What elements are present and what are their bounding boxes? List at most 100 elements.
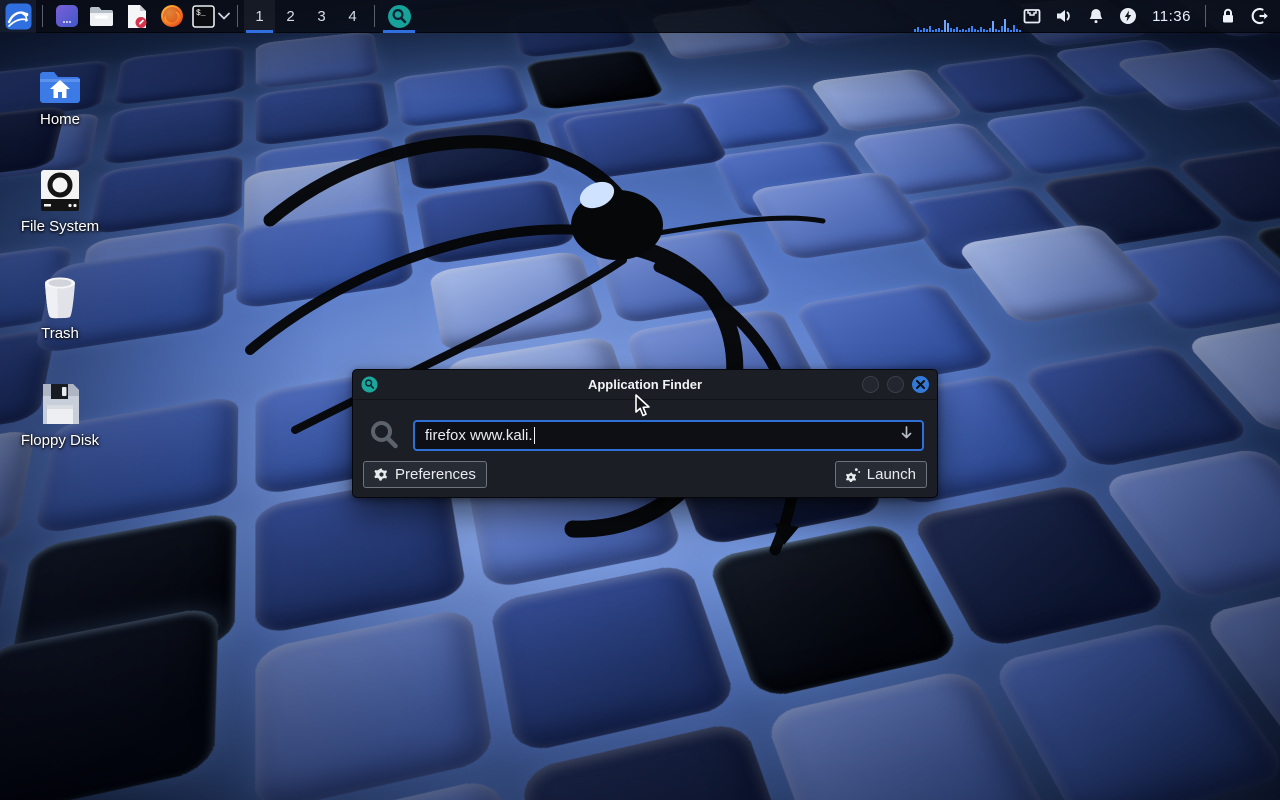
desktop-icon-trash[interactable]: Trash xyxy=(14,272,106,342)
search-icon xyxy=(367,418,401,452)
purple-terminal-icon xyxy=(55,4,79,28)
arrow-down-icon[interactable] xyxy=(899,425,914,445)
window-title: Application Finder xyxy=(353,377,937,392)
volume-tray-icon[interactable] xyxy=(1048,0,1080,33)
desktop-icon-label: Trash xyxy=(14,325,106,342)
workspace-label: 1 xyxy=(255,8,263,25)
desktop-icon-file-system[interactable]: File System xyxy=(14,165,106,235)
monitor-bar xyxy=(950,28,952,32)
close-button[interactable] xyxy=(912,376,929,393)
monitor-bar xyxy=(923,28,925,32)
monitor-bar xyxy=(1007,28,1009,32)
taskbar-app-finder-button[interactable] xyxy=(381,0,417,33)
document-edit-icon xyxy=(126,4,148,29)
monitor-bar xyxy=(944,20,946,32)
gear-icon xyxy=(374,467,389,482)
workspace-label: 2 xyxy=(286,8,294,25)
monitor-bar xyxy=(926,29,928,32)
application-finder-window: Application Finder firefox www.kali. xyxy=(352,369,938,498)
launcher-dropdown-chevron-icon[interactable] xyxy=(217,0,231,33)
monitor-bar xyxy=(974,29,976,32)
floppy-disk-icon xyxy=(14,379,106,427)
monitor-bar xyxy=(980,27,982,32)
desktop-icon-home[interactable]: Home xyxy=(14,58,106,128)
launch-icon xyxy=(846,467,861,482)
panel-separator xyxy=(42,5,43,27)
monitor-bar xyxy=(929,26,931,32)
network-tray-icon[interactable] xyxy=(1016,0,1048,33)
desktop-icon-label: Floppy Disk xyxy=(14,432,106,449)
monitor-bar xyxy=(965,30,967,32)
svg-text:$_: $_ xyxy=(196,9,206,18)
text-caret xyxy=(534,427,535,444)
search-input[interactable]: firefox www.kali. xyxy=(413,420,924,451)
panel-separator xyxy=(237,5,238,27)
harddisk-icon xyxy=(14,165,106,213)
monitor-bar xyxy=(947,23,949,32)
mouse-cursor xyxy=(634,394,652,418)
monitor-bar xyxy=(992,21,994,32)
network-monitor-graph[interactable] xyxy=(914,0,1016,33)
maximize-button[interactable] xyxy=(887,376,904,393)
desktop-icon-label: File System xyxy=(14,218,106,235)
monitor-bar xyxy=(977,30,979,32)
applications-menu-button[interactable] xyxy=(0,0,36,33)
trash-bin-icon xyxy=(14,272,106,320)
launcher-file-manager[interactable] xyxy=(84,0,119,33)
desktop-icon-floppy-disk[interactable]: Floppy Disk xyxy=(14,379,106,449)
monitor-bar xyxy=(983,29,985,32)
close-icon xyxy=(916,380,925,389)
app-finder-icon xyxy=(387,4,412,29)
home-folder-icon xyxy=(14,58,106,106)
launcher-terminal[interactable] xyxy=(49,0,84,33)
monitor-bar xyxy=(968,28,970,32)
monitor-bar xyxy=(941,30,943,32)
monitor-bar xyxy=(914,29,916,32)
search-query: firefox www.kali. xyxy=(425,427,533,444)
preferences-button[interactable]: Preferences xyxy=(363,461,487,488)
monitor-bar xyxy=(959,30,961,32)
monitor-bar xyxy=(953,29,955,32)
firefox-icon xyxy=(160,4,184,28)
search-teal-icon xyxy=(361,376,378,393)
preferences-label: Preferences xyxy=(395,466,476,483)
monitor-bar xyxy=(920,30,922,32)
monitor-bar xyxy=(938,28,940,32)
workspace-1-button[interactable]: 1 xyxy=(244,0,275,33)
panel-separator xyxy=(374,5,375,27)
monitor-bar xyxy=(932,30,934,32)
monitor-bar xyxy=(962,29,964,32)
monitor-bar xyxy=(989,28,991,32)
kali-menu-icon xyxy=(5,3,32,30)
minimize-button[interactable] xyxy=(862,376,879,393)
workspace-4-button[interactable]: 4 xyxy=(337,0,368,33)
monitor-bar xyxy=(971,26,973,32)
launcher-firefox[interactable] xyxy=(154,0,189,33)
notifications-tray-icon[interactable] xyxy=(1080,0,1112,33)
monitor-bar xyxy=(956,27,958,32)
workspace-3-button[interactable]: 3 xyxy=(306,0,337,33)
launch-label: Launch xyxy=(867,466,916,483)
workspace-2-button[interactable]: 2 xyxy=(275,0,306,33)
monitor-bar xyxy=(995,29,997,32)
monitor-bar xyxy=(1013,25,1015,32)
panel-separator xyxy=(1205,5,1206,27)
monitor-bar xyxy=(1004,19,1006,32)
logout-icon[interactable] xyxy=(1244,0,1276,33)
workspace-label: 3 xyxy=(317,8,325,25)
monitor-bar xyxy=(998,30,1000,32)
workspace-label: 4 xyxy=(348,8,356,25)
monitor-bar xyxy=(917,27,919,32)
folder-icon xyxy=(89,5,114,27)
panel-clock[interactable]: 11:36 xyxy=(1144,8,1199,25)
launch-button[interactable]: Launch xyxy=(835,461,927,488)
power-manager-tray-icon[interactable] xyxy=(1112,0,1144,33)
monitor-bar xyxy=(935,29,937,32)
monitor-bar xyxy=(986,30,988,32)
monitor-bar xyxy=(1001,26,1003,32)
desktop-icon-label: Home xyxy=(14,111,106,128)
launcher-terminal-emulator[interactable]: $_ xyxy=(189,0,217,33)
lock-screen-icon[interactable] xyxy=(1212,0,1244,33)
desktop-root: Home File System Trash xyxy=(0,0,1280,800)
launcher-text-editor[interactable] xyxy=(119,0,154,33)
